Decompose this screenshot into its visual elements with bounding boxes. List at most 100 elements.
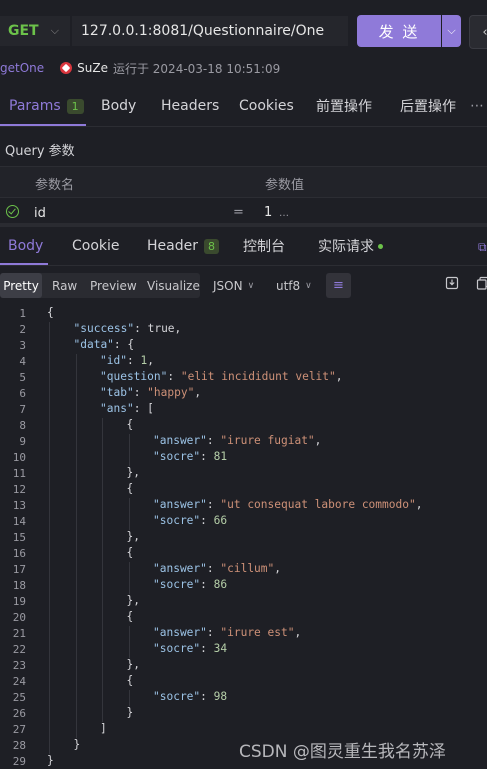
api-name[interactable]: getOne — [0, 61, 44, 75]
code-line: "socre": 98 — [153, 690, 228, 703]
code-line: }, — [126, 658, 140, 671]
line-number: 10 — [12, 451, 26, 464]
code-line: }, — [126, 530, 140, 543]
view-raw-button[interactable]: Raw — [52, 273, 77, 298]
more-options-button[interactable]: ‹ — [469, 15, 487, 49]
column-header-name: 参数名 — [35, 178, 75, 193]
indent-guide — [75, 354, 77, 738]
param-key[interactable]: id — [34, 206, 46, 221]
line-number: 3 — [19, 339, 26, 352]
run-info: getOne SuZe 运行于 2024-03-18 10:51:09 — [0, 58, 280, 78]
tab-cookies[interactable]: Cookies — [239, 88, 294, 124]
method-select[interactable]: GET ⌵ — [0, 16, 70, 46]
line-number: 14 — [12, 515, 26, 528]
word-wrap-icon[interactable]: ≡ — [326, 273, 351, 298]
code-line: } — [73, 738, 81, 751]
indent-guide — [128, 434, 130, 466]
query-section-title: Query 参数 — [5, 144, 75, 159]
line-number: 18 — [12, 579, 26, 592]
code-line: }, — [126, 466, 140, 479]
code-line: } — [47, 754, 54, 767]
code-line: "answer": "ut consequat labore commodo", — [153, 498, 423, 511]
panel-splitter[interactable] — [0, 223, 487, 227]
tab-console[interactable]: 控制台 — [243, 229, 285, 263]
more-tabs-icon[interactable]: ⋯ — [470, 88, 484, 124]
share-icon[interactable]: ⧉ — [478, 240, 487, 255]
tab-response-body-label: Body — [8, 238, 44, 254]
chevron-down-icon: ⌵ — [50, 24, 59, 37]
line-number: 21 — [12, 627, 26, 640]
code-line: "id": 1, — [100, 354, 154, 367]
indent-guide — [128, 498, 130, 530]
param-value[interactable]: 1 — [264, 205, 272, 220]
code-line: "answer": "irure est", — [153, 626, 302, 639]
line-number: 11 — [12, 467, 26, 480]
tab-params[interactable]: Params 1 — [9, 88, 84, 124]
line-number: 2 — [19, 323, 26, 336]
line-number: 1 — [19, 307, 26, 320]
tab-body-label: Body — [101, 98, 137, 114]
send-button[interactable]: 发 送 — [357, 15, 441, 47]
download-icon[interactable] — [445, 276, 459, 290]
line-number: 28 — [12, 739, 26, 752]
tab-headers[interactable]: Headers — [161, 88, 219, 124]
view-preview-button[interactable]: Preview — [90, 273, 137, 298]
line-number: 19 — [12, 595, 26, 608]
line-number: 7 — [19, 403, 26, 416]
avatar — [60, 62, 73, 74]
author-name: SuZe — [77, 61, 108, 75]
view-pretty-button[interactable]: Pretty — [0, 273, 42, 298]
url-input[interactable]: 127.0.0.1:8081/Questionnaire/One — [72, 16, 348, 46]
code-line: ] — [100, 722, 107, 735]
indent-guide — [128, 690, 130, 706]
code-line: "answer": "cillum", — [153, 562, 282, 575]
view-mode-group: Pretty Raw Preview Visualize — [0, 273, 200, 298]
line-number: 23 — [12, 659, 26, 672]
tab-actual-request[interactable]: 实际请求 — [318, 229, 383, 263]
copy-icon[interactable] — [476, 276, 487, 290]
active-tab-indicator — [0, 124, 86, 126]
tab-response-cookie[interactable]: Cookie — [72, 229, 120, 263]
code-line: "ans": [ — [100, 402, 154, 415]
code-line: { — [126, 674, 134, 687]
tab-cookies-label: Cookies — [239, 98, 294, 114]
tab-response-header-label: Header — [147, 238, 198, 254]
line-number: 6 — [19, 387, 26, 400]
tab-actual-request-label: 实际请求 — [318, 239, 374, 255]
tab-response-header[interactable]: Header 8 — [147, 229, 219, 263]
indent-guide — [128, 562, 130, 594]
line-number: 20 — [12, 611, 26, 624]
line-number: 16 — [12, 547, 26, 560]
code-line: "question": "elit incididunt velit", — [100, 370, 343, 383]
equals-sign: = — [233, 205, 244, 220]
code-line: "tab": "happy", — [100, 386, 202, 399]
header-count-badge: 8 — [203, 238, 219, 254]
tab-response-body[interactable]: Body — [8, 229, 43, 263]
line-number: 4 — [19, 355, 26, 368]
line-number: 8 — [19, 419, 26, 432]
request-tabs: Params 1 Body Headers Cookies 前置操作 后置操作 … — [0, 88, 487, 127]
tab-post-operation[interactable]: 后置操作 — [400, 88, 456, 124]
line-number: 13 — [12, 499, 26, 512]
send-dropdown-icon[interactable]: ⌵ — [442, 15, 461, 47]
response-body-code[interactable]: 1 {2 "success": true, 3 "data": {4 "id": 1, 5 "… — [0, 304, 487, 769]
encoding-select[interactable]: utf8 ∨ — [276, 273, 312, 298]
tab-pre-operation-label: 前置操作 — [316, 99, 372, 115]
line-number: 27 — [12, 723, 26, 736]
format-select[interactable]: JSON ∨ — [213, 273, 254, 298]
watermark: CSDN @图灵重生我名苏泽 — [239, 742, 446, 762]
chevron-down-icon: ∨ — [305, 280, 312, 291]
format-select-label: JSON — [213, 278, 243, 293]
enabled-check-icon[interactable] — [6, 205, 19, 218]
code-line: "answer": "irure fugiat", — [153, 434, 322, 447]
tab-params-label: Params — [9, 98, 61, 114]
tab-response-cookie-label: Cookie — [72, 238, 120, 254]
code-line: "data": { — [73, 338, 135, 351]
tab-body[interactable]: Body — [101, 88, 136, 124]
tab-pre-operation[interactable]: 前置操作 — [316, 88, 372, 124]
code-line: "socre": 81 — [153, 450, 228, 463]
params-table-row: id = 1 … — [0, 200, 487, 224]
code-line: { — [126, 482, 134, 495]
view-visualize-button[interactable]: Visualize — [147, 273, 200, 298]
code-line: { — [126, 610, 134, 623]
